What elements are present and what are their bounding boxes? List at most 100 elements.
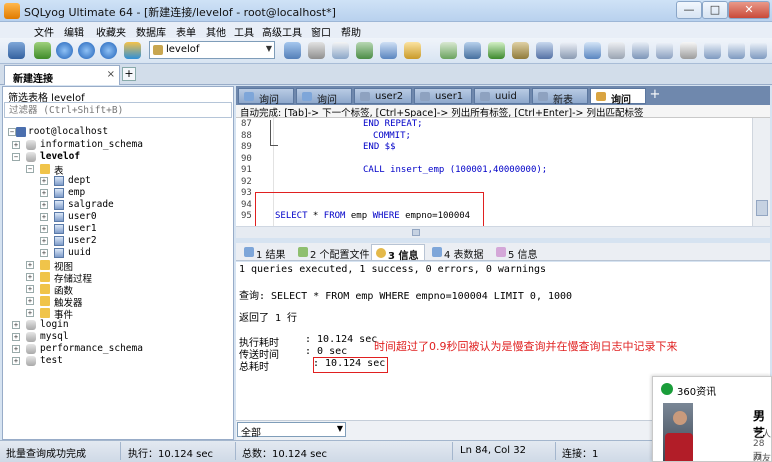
execute-update-icon[interactable] [100,42,117,59]
new-connection-icon[interactable] [8,42,25,59]
tab-result[interactable]: 1 结果 [240,244,292,261]
tab-table-uuid[interactable]: uuid [474,88,530,104]
tree-folder-procedures[interactable]: + 存储过程 [26,271,206,285]
tab-query-active[interactable]: 询问 [590,88,646,106]
expand-icon[interactable]: + [26,297,34,305]
menu-favorites[interactable]: 收藏夹 [96,24,126,39]
tree-folder-tables[interactable]: − 表 [26,163,206,177]
execute-query-icon[interactable] [56,42,73,59]
sync-icon[interactable] [440,42,457,59]
collapse-icon[interactable]: − [26,165,34,173]
settings-icon[interactable] [704,42,721,59]
migration-icon[interactable] [512,42,529,59]
tab-query[interactable]: 询问 [238,88,294,106]
tree-table[interactable]: + user2 [40,235,200,247]
reports-icon[interactable] [584,42,601,59]
more-icon[interactable] [750,42,767,59]
new-query-icon[interactable] [34,42,51,59]
menu-table[interactable]: 表单 [176,24,196,39]
tree-table[interactable]: + user0 [40,211,200,223]
close-window-button[interactable]: ✕ [728,1,770,19]
import-icon[interactable] [356,42,373,59]
menu-tools[interactable]: 工具 [234,24,254,39]
collapse-icon[interactable]: − [12,153,20,161]
expand-icon[interactable]: + [40,249,48,257]
notification-icon[interactable] [560,42,577,59]
backup-icon[interactable] [332,42,349,59]
expand-icon[interactable]: + [12,321,20,329]
create-database-icon[interactable] [284,42,301,59]
tree-db-mysql[interactable]: + mysql [12,331,212,343]
add-connection-tab-button[interactable]: + [122,67,136,81]
tree-table[interactable]: + dept [40,175,200,187]
add-query-tab-button[interactable]: + [648,88,662,102]
table-filter-input[interactable] [4,102,232,118]
tree-db-information-schema[interactable]: + information_schema [12,139,212,151]
tab-messages[interactable]: 3 信息 [371,244,425,262]
result-filter-select[interactable]: 全部 ▼ [237,422,346,439]
expand-icon[interactable]: + [40,237,48,245]
expand-icon[interactable]: + [12,141,20,149]
tab-new-table[interactable]: 新表 [532,88,588,106]
editor-vertical-scrollbar[interactable] [752,118,770,226]
minimize-button[interactable]: — [676,1,702,19]
expand-icon[interactable]: + [12,357,20,365]
scrollbar-thumb[interactable] [412,229,420,236]
expand-icon[interactable]: + [26,309,34,317]
format-icon[interactable] [656,42,673,59]
scheduler-icon[interactable] [536,42,553,59]
menu-other[interactable]: 其他 [206,24,226,39]
tree-table[interactable]: + salgrade [40,199,200,211]
expand-icon[interactable]: + [26,261,34,269]
query-builder-icon[interactable] [404,42,421,59]
menu-advanced-tools[interactable]: 高级工具 [262,24,302,39]
menu-window[interactable]: 窗口 [311,24,331,39]
tree-folder-events[interactable]: + 事件 [26,307,206,321]
help-icon[interactable] [728,42,745,59]
menu-file[interactable]: 文件 [34,24,54,39]
menu-help[interactable]: 帮助 [341,24,361,39]
search-icon[interactable] [680,42,697,59]
editor-horizontal-scrollbar[interactable] [236,226,770,238]
history-icon[interactable] [608,42,625,59]
tree-root-node[interactable]: − root@localhost [8,126,208,138]
tab-query[interactable]: 询问 [296,88,352,106]
expand-icon[interactable]: + [12,333,20,341]
schema-designer-icon[interactable] [380,42,397,59]
maximize-button[interactable]: □ [702,1,728,19]
expand-icon[interactable]: + [40,213,48,221]
refresh-icon[interactable] [124,42,141,59]
tab-table-data[interactable]: 4 表数据 [428,244,490,261]
tree-table[interactable]: + emp [40,187,200,199]
tab-table-user2[interactable]: user2 [354,88,412,104]
tree-table[interactable]: + uuid [40,247,200,259]
expand-icon[interactable]: + [40,189,48,197]
expand-icon[interactable]: + [40,201,48,209]
info-icon[interactable] [632,42,649,59]
collapse-icon[interactable]: − [8,128,16,136]
tree-db-test[interactable]: + test [12,355,212,367]
expand-icon[interactable]: + [26,273,34,281]
expand-icon[interactable]: + [12,345,20,353]
expand-icon[interactable]: + [26,285,34,293]
expand-icon[interactable]: + [40,225,48,233]
tree-db-levelof[interactable]: − levelof [12,151,212,163]
expand-icon[interactable]: + [40,177,48,185]
tree-folder-views[interactable]: + 视图 [26,259,206,273]
tree-db-login[interactable]: + login [12,319,212,331]
close-tab-icon[interactable]: × [107,69,115,80]
connection-tab[interactable]: 新建连接 × [4,65,120,85]
tab-info[interactable]: 5 信息 [492,244,544,261]
menu-edit[interactable]: 编辑 [64,24,84,39]
tree-folder-triggers[interactable]: + 触发器 [26,295,206,309]
scrollbar-thumb[interactable] [756,200,768,216]
copy-database-icon[interactable] [464,42,481,59]
database-selector[interactable]: levelof ▼ [149,41,275,59]
tab-profile[interactable]: 2 个配置文件 [294,244,370,261]
tree-db-performance-schema[interactable]: + performance_schema [12,343,212,355]
menu-database[interactable]: 数据库 [136,24,166,39]
execute-all-icon[interactable] [78,42,95,59]
tab-table-user1[interactable]: user1 [414,88,472,104]
tree-table[interactable]: + user1 [40,223,200,235]
news-popup[interactable]: 360资讯 男艺 艺人 28万 网友 [652,376,772,462]
